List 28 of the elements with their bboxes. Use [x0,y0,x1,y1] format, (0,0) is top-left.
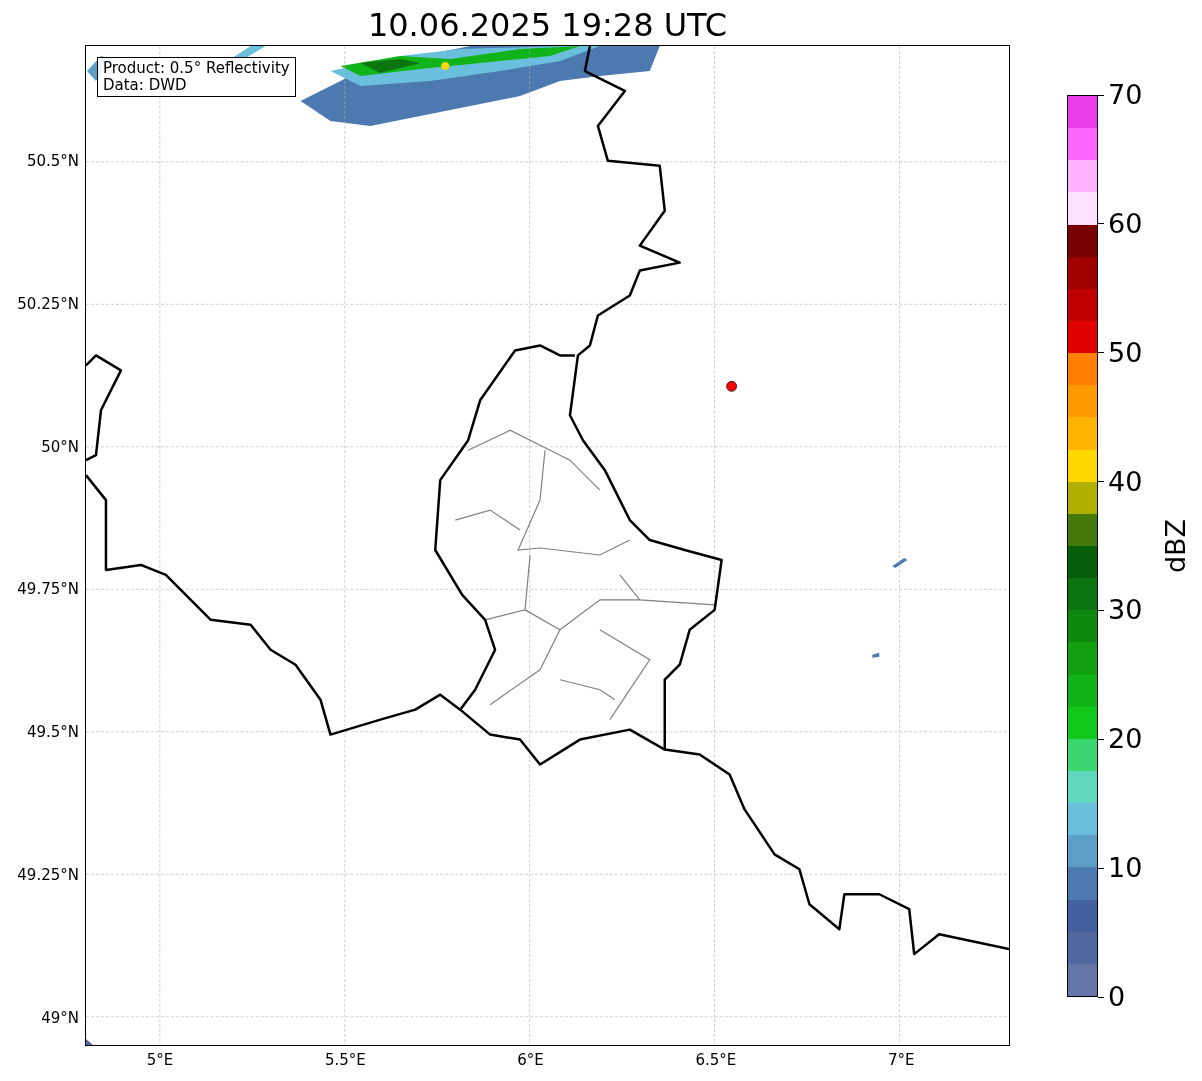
longitude-tick-label: 5.5°E [323,1051,367,1069]
colorbar-label: dBZ [1161,518,1192,574]
colorbar-tick-label: 20 [1108,724,1143,755]
chart-title: 10.06.2025 19:28 UTC [367,5,728,45]
info-text: Product: 0.5° Reflectivity [103,60,290,77]
longitude-tick-label: 5°E [145,1051,175,1069]
colorbar-tick-label: 70 [1108,80,1143,110]
colorbar-tick-label: 0 [1108,982,1126,1012]
radar-echo [872,652,880,658]
colorbar-tick-label: 30 [1108,595,1143,626]
colorbar-tick-label: 60 [1108,208,1143,239]
colorbar-tick-label: 40 [1108,466,1143,497]
radar-echo [86,1038,93,1045]
colorbar-tick-label: 50 [1108,337,1143,368]
radar-echo [892,557,908,568]
latitude-tick-label: 50°N [41,437,79,456]
latitude-tick-label: 50.5°N [26,152,79,170]
latitude-tick-label: 50.25°N [17,294,79,313]
location-marker-icon [726,381,737,392]
latitude-tick-label: 49.25°N [17,866,79,884]
latitude-tick-label: 49.5°N [26,723,79,742]
latitude-tick-label: 49°N [41,1008,79,1027]
latitude-tick-label: 49.75°N [17,580,79,599]
info-text: Data: DWD [103,77,188,94]
longitude-tick-label: 6.5°E [694,1051,738,1069]
longitude-tick-label: 6°E [516,1051,545,1069]
colorbar-tick-label: 10 [1108,853,1143,884]
longitude-tick-label: 7°E [886,1051,916,1069]
